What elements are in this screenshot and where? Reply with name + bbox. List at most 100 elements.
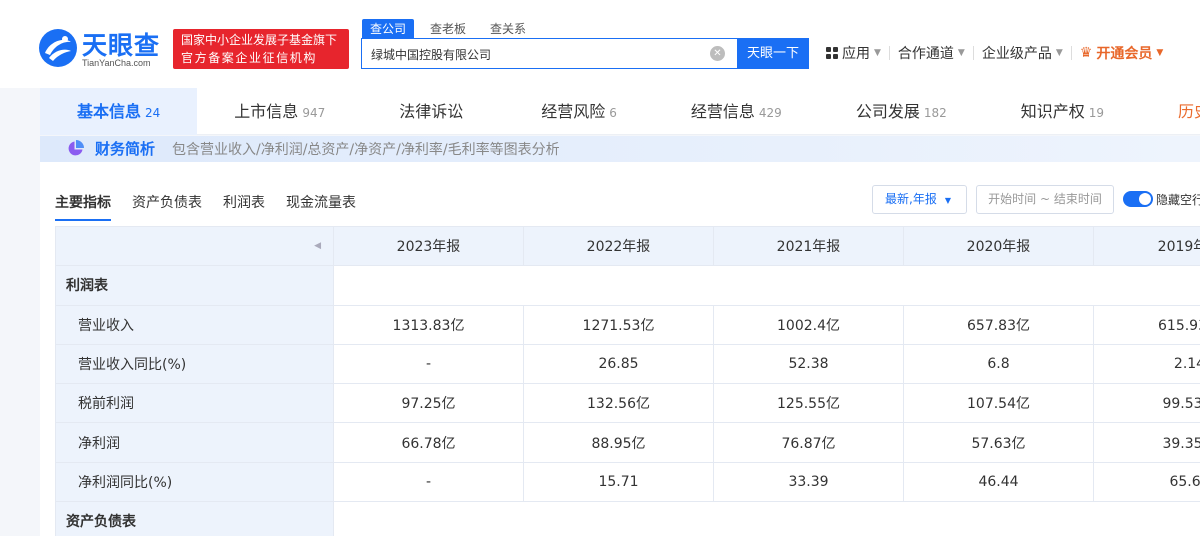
period-select[interactable]: 最新,年报 ▼ (872, 185, 967, 214)
table-cell: 125.55亿 (713, 383, 904, 424)
table-header-row: ◀ 2023年报 2022年报 2021年报 2020年报 2019年报 (55, 225, 1200, 267)
nav-apps-label: 应用 (842, 46, 870, 62)
subtab-income-statement[interactable]: 利润表 (223, 192, 265, 221)
logo-text: 天眼查 (82, 31, 161, 60)
tab-count: 947 (302, 106, 326, 120)
row-label: 净利润同比(%) (55, 461, 334, 503)
nav-divider (1070, 46, 1072, 60)
tab-development[interactable]: 公司发展 182 (819, 88, 984, 135)
table-cell: 76.87亿 (713, 422, 904, 463)
table-cell: 6.8 (903, 343, 1094, 385)
chevron-down-icon: ▼ (1055, 48, 1063, 58)
nav-enterprise-products[interactable]: 企业级产品 ▼ (982, 43, 1063, 63)
table-cell: 107.54亿 (903, 383, 1094, 424)
section-title: 财务简析 (95, 140, 156, 158)
table-cell: 57.63亿 (903, 422, 1094, 463)
table-cell: 88.95亿 (523, 422, 714, 463)
table-cell: 26.85 (523, 343, 714, 385)
scroll-left-icon[interactable]: ◀ (55, 225, 334, 267)
nav-cooperation-label: 合作通道 (897, 46, 954, 62)
badge-line-2: 官方备案企业征信机构 (181, 51, 318, 65)
row-label: 营业收入 (55, 304, 334, 345)
search-tab-relation[interactable]: 查关系 (482, 19, 534, 39)
table-cell: 97.25亿 (333, 383, 524, 424)
tab-label: 公司发展 (855, 102, 920, 121)
toggle-knob (1139, 193, 1151, 205)
table-row: 营业收入 1313.83亿 1271.53亿 1002.4亿 657.83亿 6… (55, 304, 1200, 345)
nav-apps[interactable]: 应用 ▼ (826, 43, 881, 63)
tab-label: 经营信息 (690, 102, 755, 121)
group-label: 资产负债表 (55, 501, 334, 536)
tab-basic-info[interactable]: 基本信息 24 (40, 88, 198, 135)
nav-enterprise-label: 企业级产品 (981, 46, 1052, 62)
finance-section: 财务简析 包含营业收入/净利润/总资产/净资产/净利率/毛利率等图表分析 主要指… (40, 136, 1200, 536)
column-header: 2023年报 (333, 225, 524, 267)
subtab-key-indicators[interactable]: 主要指标 (55, 192, 111, 221)
apps-grid-icon (826, 47, 838, 59)
period-select-value: 最新,年报 (885, 192, 937, 206)
tab-label: 法律诉讼 (399, 102, 464, 121)
chevron-down-icon: ▼ (1156, 48, 1164, 58)
chart-analysis-icon (68, 140, 84, 156)
tab-label: 知识产权 (1020, 102, 1085, 121)
table-cell: 39.35亿 (1093, 422, 1200, 463)
badge-line-1: 国家中小企业发展子基金旗下 (181, 33, 338, 47)
clear-search-icon[interactable]: ✕ (710, 46, 725, 61)
tab-history[interactable]: 历史 (1141, 88, 1200, 135)
nav-cooperation[interactable]: 合作通道 ▼ (898, 43, 965, 63)
credit-agency-badge: 国家中小企业发展子基金旗下 官方备案企业征信机构 (173, 29, 349, 69)
tianyancha-logo-icon (39, 29, 77, 67)
hide-empty-toggle[interactable] (1123, 191, 1153, 207)
table-cell: 132.56亿 (523, 383, 714, 424)
tab-label: 基本信息 (77, 102, 142, 121)
nav-open-vip[interactable]: ♛ 开通会员 ▼ (1080, 43, 1163, 63)
table-cell: - (333, 343, 524, 385)
nav-divider (888, 46, 890, 60)
tab-count: 19 (1088, 106, 1105, 120)
table-cell: 1002.4亿 (713, 304, 904, 345)
tab-operation[interactable]: 经营信息 429 (654, 88, 819, 135)
table-row: 税前利润 97.25亿 132.56亿 125.55亿 107.54亿 99.5… (55, 383, 1200, 424)
tab-legal[interactable]: 法律诉讼 (362, 88, 504, 135)
hide-empty-label: 隐藏空行 (1156, 193, 1200, 207)
logo[interactable]: 天眼查 TianYanCha.com (38, 26, 170, 72)
subtab-balance-sheet[interactable]: 资产负债表 (132, 192, 202, 221)
table-row: 营业收入同比(%) - 26.85 52.38 6.8 2.14 (55, 343, 1200, 385)
tab-listing-info[interactable]: 上市信息 947 (197, 88, 362, 135)
group-row: 资产负债表 (55, 501, 1200, 536)
table-row: 净利润同比(%) - 15.71 33.39 46.44 65.69 (55, 461, 1200, 503)
column-header: 2020年报 (903, 225, 1094, 267)
section-description: 包含营业收入/净利润/总资产/净资产/净利率/毛利率等图表分析 (172, 142, 560, 158)
table-cell: 99.53亿 (1093, 383, 1200, 424)
tab-label: 历史 (1178, 102, 1200, 121)
row-label: 营业收入同比(%) (55, 343, 334, 385)
logo-subtext: TianYanCha.com (82, 58, 151, 68)
chevron-down-icon: ▼ (874, 48, 881, 58)
tab-count: 182 (923, 106, 947, 120)
row-label: 税前利润 (55, 383, 334, 424)
search-type-tabs: 查公司 查老板 查关系 (362, 19, 542, 39)
search-tab-boss[interactable]: 查老板 (422, 19, 474, 39)
column-header: 2021年报 (713, 225, 904, 267)
table-cell: 1313.83亿 (333, 304, 524, 345)
finance-section-header: 财务简析 包含营业收入/净利润/总资产/净资产/净利率/毛利率等图表分析 (40, 136, 1200, 162)
tab-count: 429 (758, 106, 782, 120)
nav-divider (972, 46, 974, 60)
subtab-cash-flow[interactable]: 现金流量表 (286, 192, 356, 221)
group-row-blank (333, 265, 1200, 306)
site-header: 天眼查 TianYanCha.com 国家中小企业发展子基金旗下 官方备案企业征… (0, 0, 1200, 88)
tab-ip[interactable]: 知识产权 19 (984, 88, 1141, 135)
date-range-picker[interactable]: 开始时间 ~ 结束时间 (976, 185, 1114, 214)
table-cell: 15.71 (523, 461, 714, 503)
search-button[interactable]: 天眼一下 (737, 38, 809, 69)
table-cell: 52.38 (713, 343, 904, 385)
tab-label: 上市信息 (234, 102, 299, 121)
table-cell: - (333, 461, 524, 503)
column-header: 2022年报 (523, 225, 714, 267)
group-row: 利润表 (55, 265, 1200, 306)
table-cell: 66.78亿 (333, 422, 524, 463)
tab-risk[interactable]: 经营风险 6 (504, 88, 654, 135)
search-input[interactable] (371, 45, 701, 63)
financial-table: ◀ 2023年报 2022年报 2021年报 2020年报 2019年报 利润表… (55, 225, 1200, 536)
search-tab-company[interactable]: 查公司 (362, 19, 415, 39)
